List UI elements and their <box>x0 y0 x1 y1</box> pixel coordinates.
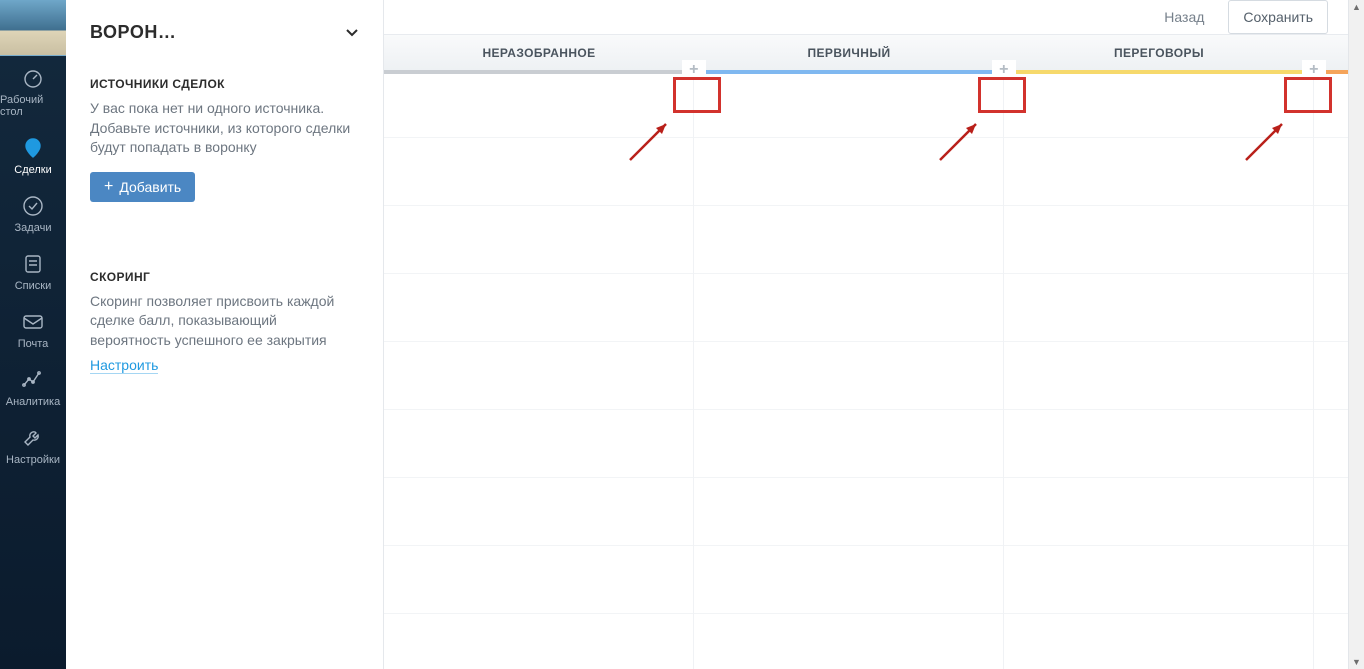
funnel-settings-panel: ВОРОН… ИСТОЧНИКИ СДЕЛОК У вас пока нет н… <box>66 0 384 669</box>
browser-scrollbar[interactable]: ▲ ▼ <box>1348 0 1364 669</box>
stage-row[interactable] <box>1004 206 1313 274</box>
stage-row[interactable] <box>1004 342 1313 410</box>
stage-row[interactable] <box>1004 138 1313 206</box>
stage-row[interactable] <box>384 478 693 546</box>
pipeline: НЕРАЗОБРАННОЕ+ПЕРВИЧНЫЙ+ПЕРЕГОВОРЫ+ <box>384 34 1348 669</box>
stage-row[interactable] <box>384 274 693 342</box>
stage-header[interactable]: ПЕРВИЧНЫЙ+ <box>694 35 1004 70</box>
stage-row[interactable] <box>694 546 1003 614</box>
pipeline-editor: Назад Сохранить НЕРАЗОБРАННОЕ+ПЕРВИЧНЫЙ+… <box>384 0 1348 669</box>
nav-label: Почта <box>18 338 49 350</box>
plus-icon: + <box>104 179 113 195</box>
stage-name: ПЕРВИЧНЫЙ <box>808 46 891 60</box>
nav-item-mail[interactable]: Почта <box>0 300 66 358</box>
deals-icon <box>21 136 45 160</box>
scoring-body: Скоринг позволяет присвоить каждой сделк… <box>90 292 359 351</box>
save-button[interactable]: Сохранить <box>1228 0 1328 34</box>
nav-item-deals[interactable]: Сделки <box>0 126 66 184</box>
analytics-icon <box>21 368 45 392</box>
stage-row[interactable] <box>1314 546 1348 614</box>
stage-row[interactable] <box>694 70 1003 138</box>
stage-row[interactable] <box>1004 546 1313 614</box>
stage-row[interactable] <box>1004 478 1313 546</box>
stage-row[interactable] <box>1314 410 1348 478</box>
stage-row[interactable] <box>384 70 693 138</box>
stage-column-partial <box>1314 70 1348 669</box>
stage-row[interactable] <box>1314 70 1348 138</box>
scoring-configure-link[interactable]: Настроить <box>90 357 158 374</box>
chevron-down-icon <box>345 26 359 40</box>
stage-header[interactable]: ПЕРЕГОВОРЫ+ <box>1004 35 1314 70</box>
stage-row[interactable] <box>1314 274 1348 342</box>
stage-row[interactable] <box>694 410 1003 478</box>
nav-label: Аналитика <box>6 396 60 408</box>
stage-row[interactable] <box>384 614 693 669</box>
stage-row[interactable] <box>384 206 693 274</box>
nav-label: Сделки <box>14 164 52 176</box>
stage-row[interactable] <box>384 546 693 614</box>
stage-column <box>694 70 1004 669</box>
stage-row[interactable] <box>694 614 1003 669</box>
check-circle-icon <box>21 194 45 218</box>
nav-item-tasks[interactable]: Задачи <box>0 184 66 242</box>
stage-column <box>384 70 694 669</box>
list-icon <box>21 252 45 276</box>
pipeline-header: НЕРАЗОБРАННОЕ+ПЕРВИЧНЫЙ+ПЕРЕГОВОРЫ+ <box>384 34 1348 70</box>
sources-section: ИСТОЧНИКИ СДЕЛОК У вас пока нет ни одног… <box>66 63 383 212</box>
mail-icon <box>21 310 45 334</box>
nav-label: Задачи <box>15 222 52 234</box>
scroll-down-icon: ▼ <box>1352 655 1361 669</box>
stage-row[interactable] <box>694 478 1003 546</box>
stage-row[interactable] <box>384 410 693 478</box>
stage-column <box>1004 70 1314 669</box>
sources-heading: ИСТОЧНИКИ СДЕЛОК <box>90 77 359 91</box>
add-source-button[interactable]: + Добавить <box>90 172 195 202</box>
funnel-selector[interactable]: ВОРОН… <box>66 0 383 63</box>
nav-item-lists[interactable]: Списки <box>0 242 66 300</box>
stage-row[interactable] <box>1004 614 1313 669</box>
nav-item-analytics[interactable]: Аналитика <box>0 358 66 416</box>
nav-label: Рабочий стол <box>0 94 66 118</box>
gauge-icon <box>21 66 45 90</box>
insert-stage-button[interactable]: + <box>1302 60 1326 80</box>
stage-row[interactable] <box>694 342 1003 410</box>
add-source-label: Добавить <box>119 179 181 195</box>
insert-stage-button[interactable]: + <box>992 60 1016 80</box>
stage-row[interactable] <box>694 206 1003 274</box>
stage-row[interactable] <box>384 138 693 206</box>
workspace-avatar[interactable] <box>0 0 66 56</box>
main-nav: Рабочий стол Сделки Задачи Списки Почта … <box>0 0 66 669</box>
pipeline-body <box>384 70 1348 669</box>
scoring-heading: СКОРИНГ <box>90 270 359 284</box>
stage-name: ПЕРЕГОВОРЫ <box>1114 46 1204 60</box>
nav-item-settings[interactable]: Настройки <box>0 416 66 474</box>
stage-row[interactable] <box>1314 342 1348 410</box>
nav-item-desktop[interactable]: Рабочий стол <box>0 56 66 126</box>
funnel-title: ВОРОН… <box>90 22 176 43</box>
stage-row[interactable] <box>694 138 1003 206</box>
stage-row[interactable] <box>694 274 1003 342</box>
stage-header[interactable]: НЕРАЗОБРАННОЕ+ <box>384 35 694 70</box>
nav-item-chat[interactable] <box>0 625 66 669</box>
back-button[interactable]: Назад <box>1150 1 1218 33</box>
sources-body: У вас пока нет ни одного источника. Доба… <box>90 99 359 158</box>
nav-label: Настройки <box>6 454 60 466</box>
scoring-section: СКОРИНГ Скоринг позволяет присвоить кажд… <box>66 256 383 384</box>
scroll-up-icon: ▲ <box>1352 0 1361 14</box>
stage-row[interactable] <box>1314 206 1348 274</box>
stage-name: НЕРАЗОБРАННОЕ <box>482 46 595 60</box>
wrench-icon <box>21 426 45 450</box>
editor-toolbar: Назад Сохранить <box>384 0 1348 34</box>
stage-row[interactable] <box>384 342 693 410</box>
stage-row[interactable] <box>1004 410 1313 478</box>
insert-stage-button[interactable]: + <box>682 60 706 80</box>
stage-row[interactable] <box>1004 70 1313 138</box>
stage-row[interactable] <box>1004 274 1313 342</box>
stage-row[interactable] <box>1314 138 1348 206</box>
stage-row[interactable] <box>1314 478 1348 546</box>
stage-row[interactable] <box>1314 614 1348 669</box>
nav-label: Списки <box>15 280 52 292</box>
